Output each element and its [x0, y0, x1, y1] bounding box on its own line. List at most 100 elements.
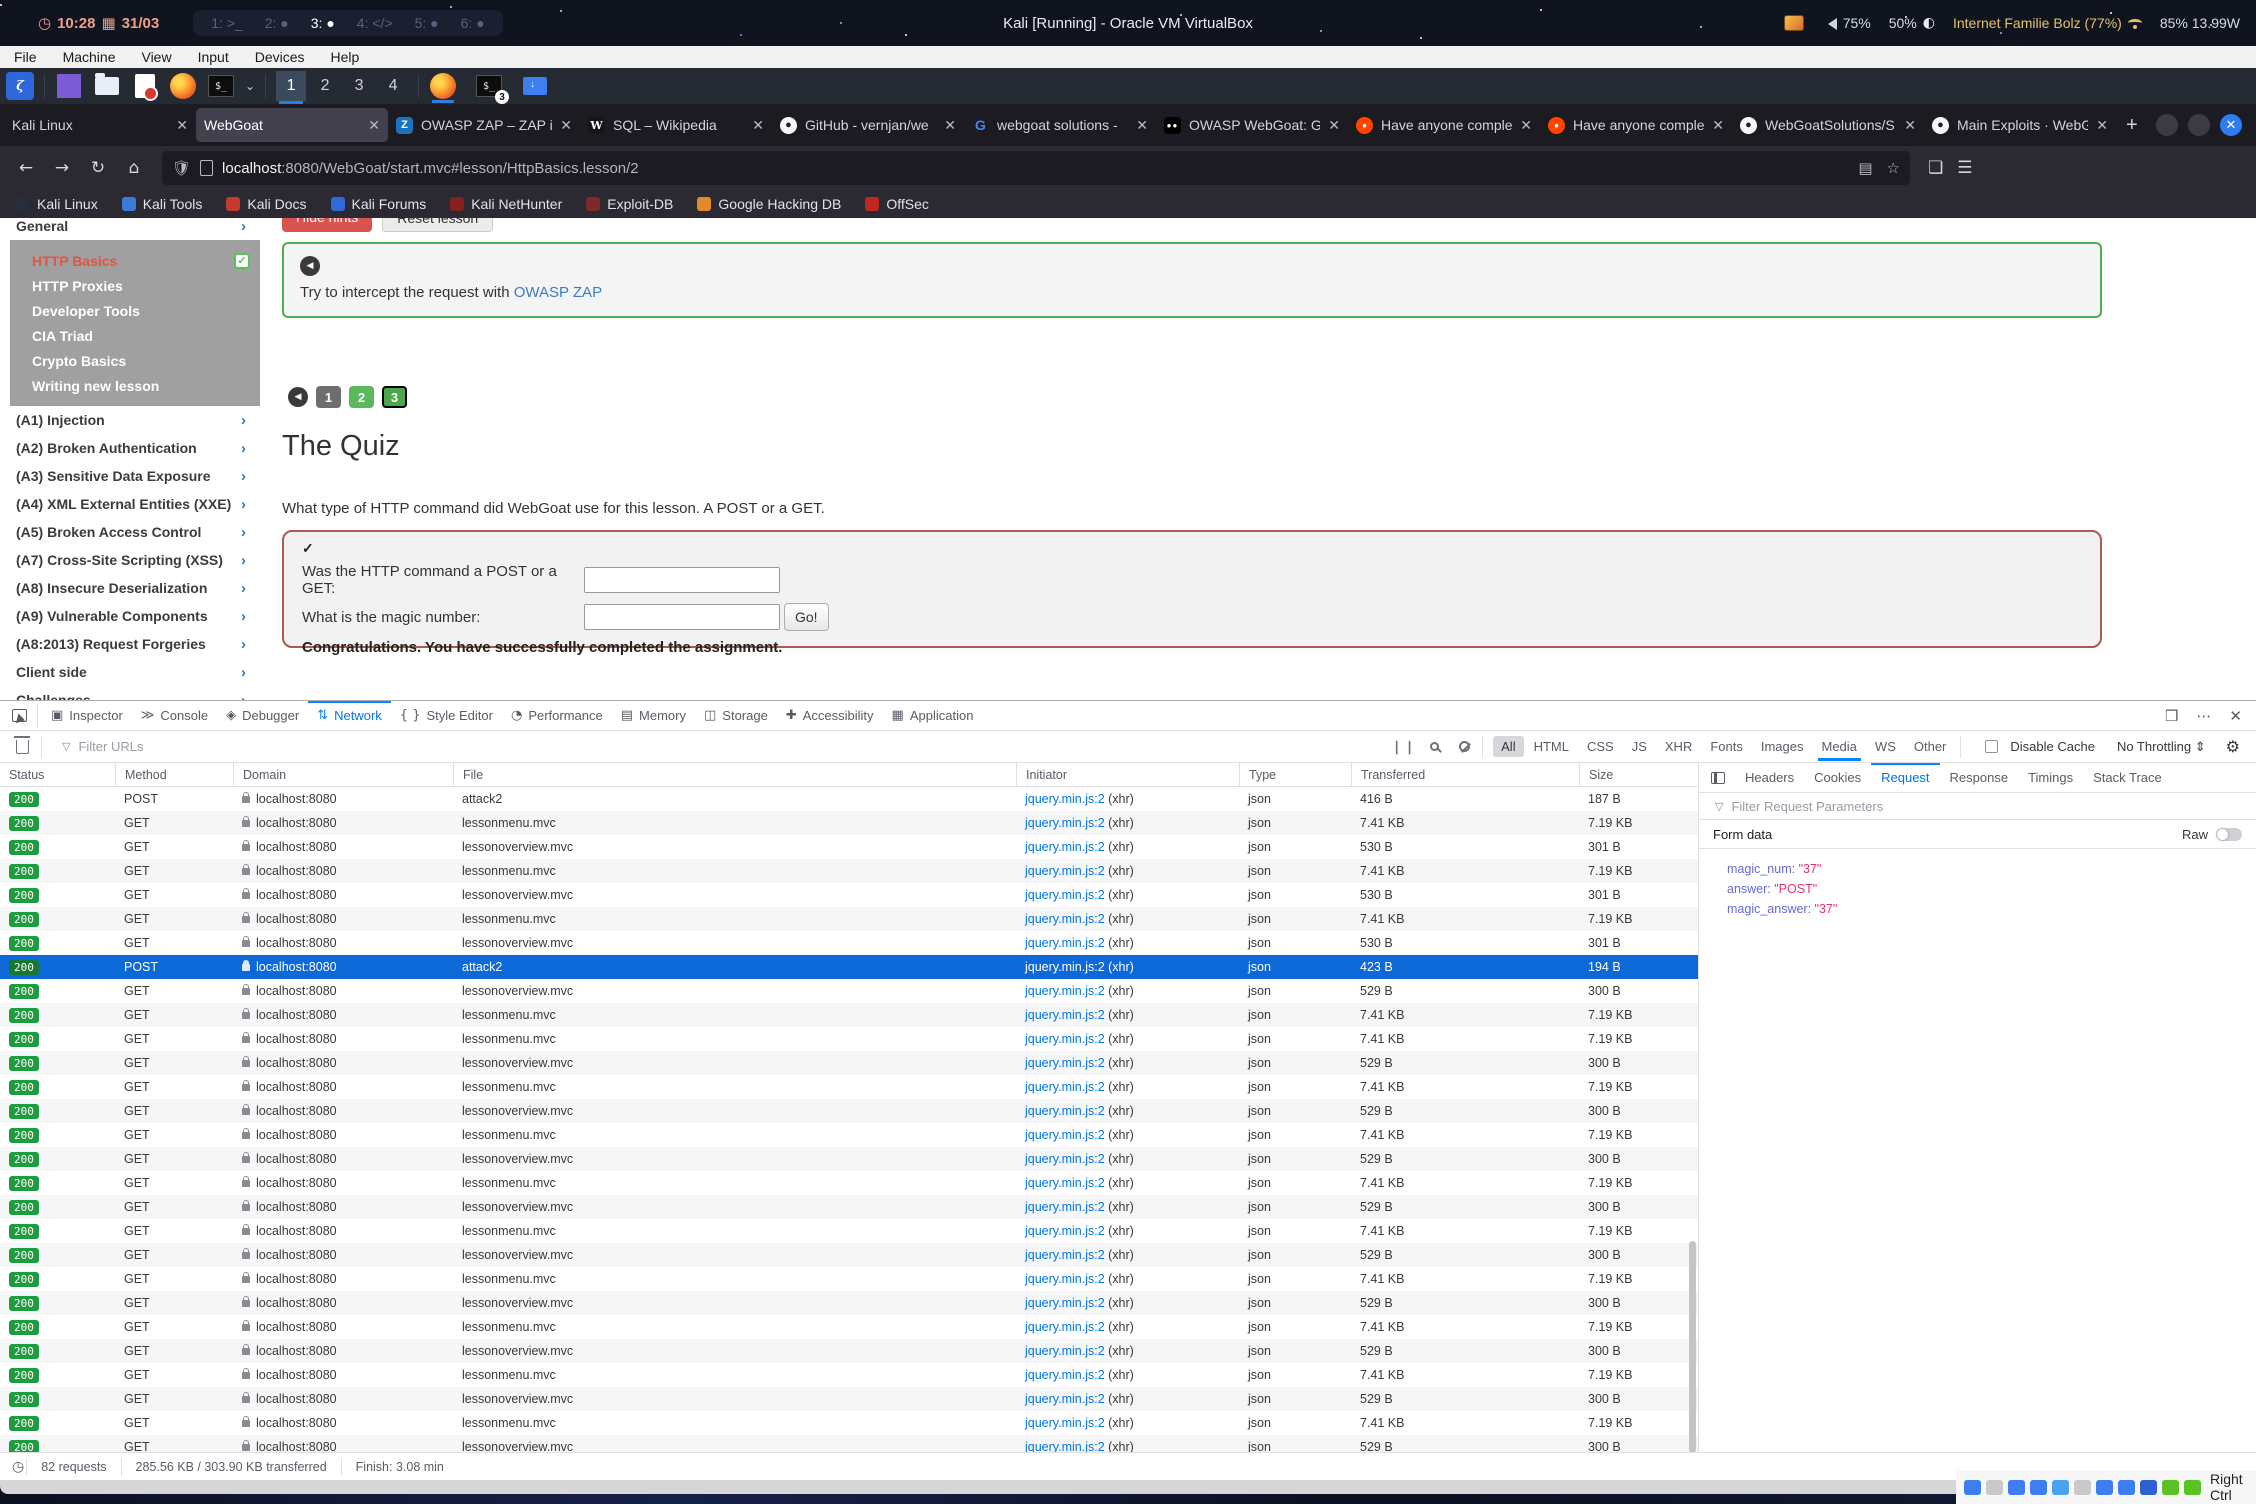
- request-row[interactable]: 200 GET localhost:8080 lessonmenu.mvc jq…: [0, 1315, 1698, 1339]
- new-tab-button[interactable]: +: [2126, 114, 2138, 137]
- request-row[interactable]: 200 GET localhost:8080 lessonoverview.mv…: [0, 1195, 1698, 1219]
- request-row[interactable]: 200 GET localhost:8080 lessonmenu.mvc jq…: [0, 1075, 1698, 1099]
- tab-close-icon[interactable]: ✕: [560, 117, 572, 134]
- tab-close-icon[interactable]: ✕: [1328, 117, 1340, 134]
- disable-cache-checkbox[interactable]: [1985, 740, 1998, 753]
- browser-tab[interactable]: ● WebGoatSolutions/S ✕: [1732, 108, 1924, 142]
- home-button[interactable]: ⌂: [118, 152, 150, 184]
- page-button[interactable]: 3: [382, 386, 407, 408]
- workspace-indicator[interactable]: 6: ●: [461, 15, 485, 31]
- initiator-link[interactable]: jquery.min.js:2: [1025, 1296, 1105, 1310]
- network-widget[interactable]: Internet Familie Bolz (77%): [1953, 15, 2142, 31]
- initiator-link[interactable]: jquery.min.js:2: [1025, 1200, 1105, 1214]
- bookmark-item[interactable]: Exploit-DB: [586, 196, 673, 212]
- type-filter-chip[interactable]: JS: [1624, 736, 1655, 757]
- hide-hints-button[interactable]: Hide hints: [282, 218, 372, 232]
- filter-urls-input[interactable]: [78, 739, 378, 754]
- initiator-link[interactable]: jquery.min.js:2: [1025, 984, 1105, 998]
- request-row[interactable]: 200 GET localhost:8080 lessonmenu.mvc jq…: [0, 1219, 1698, 1243]
- request-row[interactable]: 200 GET localhost:8080 lessonoverview.mv…: [0, 1099, 1698, 1123]
- reload-button[interactable]: ↻: [82, 152, 114, 184]
- vm-audio-icon[interactable]: [2008, 1480, 2025, 1495]
- type-filter-chip[interactable]: HTML: [1526, 736, 1577, 757]
- vm-sync-icon[interactable]: [2162, 1480, 2179, 1495]
- kali-menu-icon[interactable]: ζ: [6, 72, 34, 100]
- go-button[interactable]: Go!: [784, 603, 829, 631]
- detail-tab-headers[interactable]: Headers: [1735, 763, 1804, 793]
- devtools-tab-network[interactable]: ⇅ Network: [308, 701, 391, 731]
- reader-mode-icon[interactable]: ▤: [1858, 159, 1872, 177]
- downloads-folder-button[interactable]: [521, 72, 549, 100]
- initiator-link[interactable]: jquery.min.js:2: [1025, 864, 1105, 878]
- request-row[interactable]: 200 GET localhost:8080 lessonmenu.mvc jq…: [0, 1123, 1698, 1147]
- search-icon[interactable]: [1422, 736, 1446, 758]
- sidebar-category-item[interactable]: (A7) Cross-Site Scripting (XSS) ›: [10, 546, 260, 574]
- hint-arrow-icon[interactable]: ◀: [300, 256, 320, 276]
- devtools-close-icon[interactable]: ✕: [2229, 707, 2242, 725]
- type-filter-chip[interactable]: Fonts: [1702, 736, 1751, 757]
- tab-close-icon[interactable]: ✕: [1136, 117, 1148, 134]
- browser-tab[interactable]: ● GitHub - vernjan/we ✕: [772, 108, 964, 142]
- initiator-link[interactable]: jquery.min.js:2: [1025, 1056, 1105, 1070]
- workspace-number-button[interactable]: 1: [276, 71, 306, 101]
- browser-tab[interactable]: G webgoat solutions - ✕: [964, 108, 1156, 142]
- devtools-options-icon[interactable]: ⋯: [2196, 707, 2211, 725]
- page-info-icon[interactable]: [200, 160, 213, 176]
- sidebar-category-item[interactable]: (A8) Insecure Deserialization ›: [10, 574, 260, 602]
- bookmark-star-icon[interactable]: ☆: [1887, 159, 1900, 177]
- request-row[interactable]: 200 GET localhost:8080 lessonoverview.mv…: [0, 1339, 1698, 1363]
- browser-tab[interactable]: ● Have anyone comple ✕: [1348, 108, 1540, 142]
- clear-requests-icon[interactable]: [16, 740, 29, 754]
- vm-logo-icon[interactable]: [2140, 1480, 2157, 1495]
- request-row[interactable]: 200 POST localhost:8080 attack2 jquery.m…: [0, 787, 1698, 811]
- file-manager-icon[interactable]: [93, 72, 121, 100]
- pick-element-icon[interactable]: [12, 709, 27, 722]
- bookmark-item[interactable]: Kali Forums: [331, 196, 427, 212]
- type-filter-chip[interactable]: All: [1493, 736, 1523, 757]
- workspace-indicator[interactable]: 2: ●: [265, 15, 289, 31]
- quiz-q1-input[interactable]: [584, 567, 780, 593]
- sidebar-lesson-item[interactable]: HTTP Proxies: [10, 273, 260, 298]
- menubar-item[interactable]: Machine: [63, 49, 116, 65]
- filter-request-parameters-input[interactable]: [1731, 799, 2031, 814]
- initiator-link[interactable]: jquery.min.js:2: [1025, 1248, 1105, 1262]
- raw-toggle-switch[interactable]: [2216, 828, 2242, 841]
- initiator-link[interactable]: jquery.min.js:2: [1025, 1320, 1105, 1334]
- menubar-item[interactable]: Input: [198, 49, 229, 65]
- request-row[interactable]: 200 GET localhost:8080 lessonmenu.mvc jq…: [0, 1363, 1698, 1387]
- responsive-design-icon[interactable]: ❒: [2165, 707, 2178, 725]
- workspace-number-button[interactable]: 2: [310, 71, 340, 101]
- column-header-initiator[interactable]: Initiator: [1016, 763, 1239, 787]
- keyboard-indicator-icon[interactable]: [1784, 15, 1804, 31]
- tab-close-icon[interactable]: ✕: [1904, 117, 1916, 134]
- request-row[interactable]: 200 GET localhost:8080 lessonmenu.mvc jq…: [0, 1267, 1698, 1291]
- sidebar-lesson-item[interactable]: CIA Triad: [10, 323, 260, 348]
- initiator-link[interactable]: jquery.min.js:2: [1025, 1176, 1105, 1190]
- bookmark-item[interactable]: Kali Docs: [226, 196, 306, 212]
- owasp-zap-link[interactable]: OWASP ZAP: [514, 284, 602, 301]
- terminal-window-button[interactable]: $_ 3: [475, 72, 503, 100]
- firefox-launcher-icon[interactable]: [169, 72, 197, 100]
- type-filter-chip[interactable]: Other: [1906, 736, 1955, 757]
- request-list-scrollbar[interactable]: [1689, 1241, 1696, 1452]
- devtools-tab-accessibility[interactable]: ✚ Accessibility: [777, 701, 883, 731]
- detail-tab-cookies[interactable]: Cookies: [1804, 763, 1871, 793]
- sidebar-category-item[interactable]: (A2) Broken Authentication ›: [10, 434, 260, 462]
- volume-widget[interactable]: 75%: [1822, 15, 1871, 31]
- request-row[interactable]: 200 GET localhost:8080 lessonmenu.mvc jq…: [0, 1003, 1698, 1027]
- workspace-number-button[interactable]: 3: [344, 71, 374, 101]
- request-row[interactable]: 200 GET localhost:8080 lessonmenu.mvc jq…: [0, 811, 1698, 835]
- initiator-link[interactable]: jquery.min.js:2: [1025, 1080, 1105, 1094]
- initiator-link[interactable]: jquery.min.js:2: [1025, 1392, 1105, 1406]
- menubar-item[interactable]: View: [141, 49, 171, 65]
- sidebar-lesson-item[interactable]: Developer Tools: [10, 298, 260, 323]
- tab-close-icon[interactable]: ✕: [1712, 117, 1724, 134]
- bookmark-item[interactable]: Kali Tools: [122, 196, 203, 212]
- window-maximize-button[interactable]: [2188, 114, 2210, 136]
- browser-tab[interactable]: ● Main Exploits · WebG ✕: [1924, 108, 2116, 142]
- workspace-indicator[interactable]: 1: >_: [211, 15, 243, 31]
- request-row[interactable]: 200 GET localhost:8080 lessonmenu.mvc jq…: [0, 1027, 1698, 1051]
- form-data-param[interactable]: magic_num: "37": [1727, 859, 2256, 879]
- request-row[interactable]: 200 GET localhost:8080 lessonoverview.mv…: [0, 1243, 1698, 1267]
- initiator-link[interactable]: jquery.min.js:2: [1025, 936, 1105, 950]
